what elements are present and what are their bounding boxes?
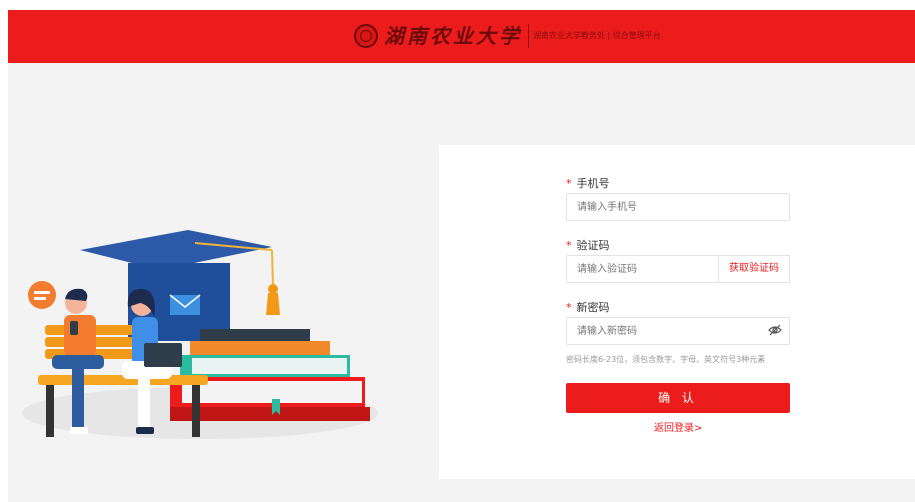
confirm-button[interactable]: 确 认 (566, 383, 790, 413)
password-label: * 新密码 (566, 301, 610, 314)
university-logo: 湖南农业大学 湖南农业大学教务处 | 综合管理平台 (354, 24, 661, 48)
code-label: * 验证码 (566, 239, 610, 252)
phone-label: * 手机号 (566, 177, 610, 190)
required-marker: * (566, 301, 572, 314)
university-seal-icon (354, 24, 378, 48)
phone-input[interactable] (566, 193, 790, 221)
password-hint: 密码长度6-23位，须包含数字、字母、英文符号3种元素 (566, 355, 766, 364)
password-input[interactable] (566, 317, 790, 345)
eye-off-icon[interactable] (768, 324, 782, 336)
get-code-button[interactable]: 获取验证码 (718, 255, 790, 283)
code-input[interactable] (566, 255, 719, 283)
university-subtitle: 湖南农业大学教务处 | 综合管理平台 (528, 24, 661, 48)
back-to-login-link[interactable]: 返回登录> (654, 422, 702, 436)
required-marker: * (566, 177, 572, 190)
university-name: 湖南农业大学 (384, 24, 522, 48)
reset-password-page: 湖南农业大学 湖南农业大学教务处 | 综合管理平台 * 手机号 请输入手机号 *… (0, 0, 915, 502)
top-banner: 湖南农业大学 湖南农业大学教务处 | 综合管理平台 (8, 10, 915, 63)
required-marker: * (566, 239, 572, 252)
graduation-illustration (22, 230, 378, 439)
